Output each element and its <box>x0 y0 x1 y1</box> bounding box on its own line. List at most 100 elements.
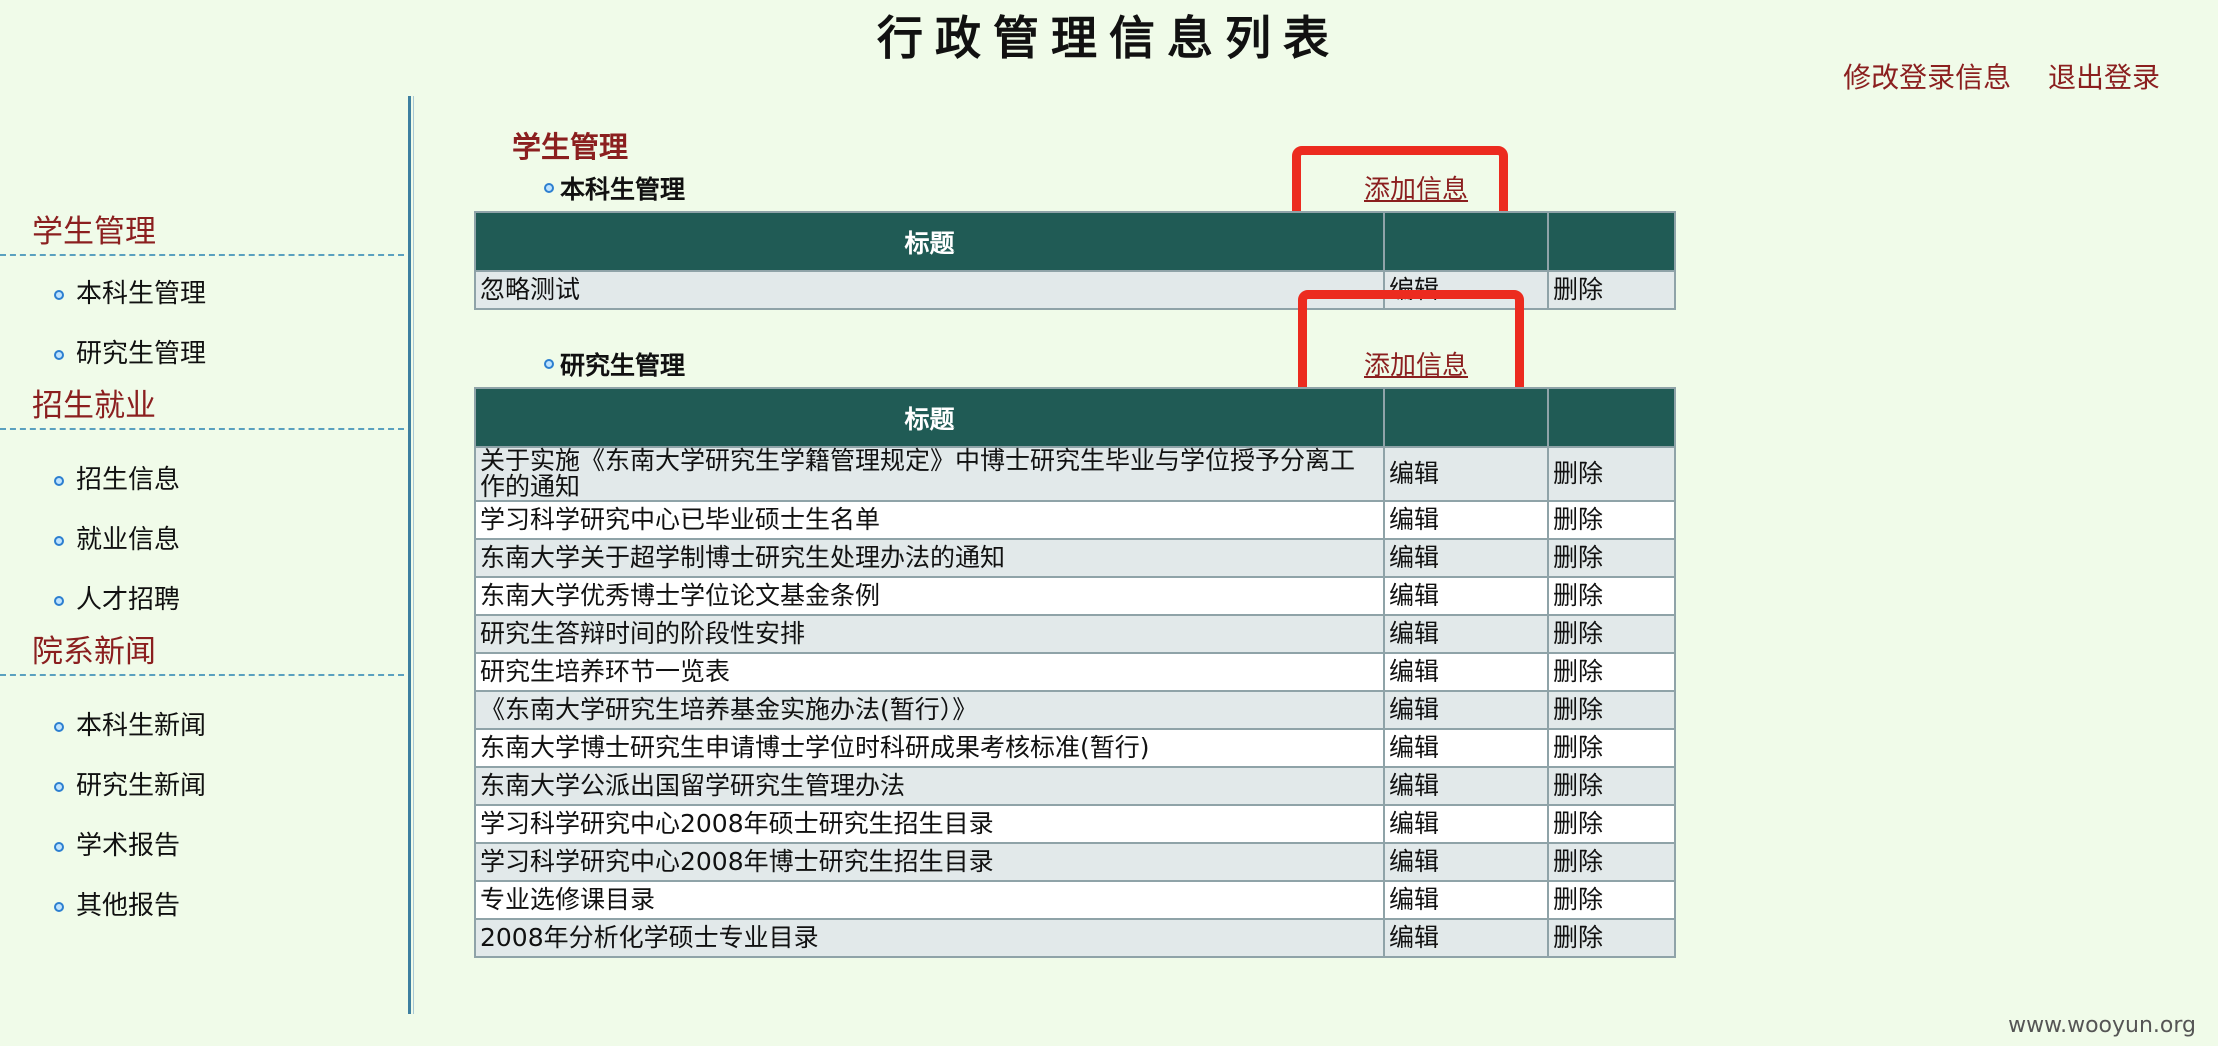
undergrad-subtitle: 本科生管理 <box>544 170 685 206</box>
row-title-cell: 东南大学公派出国留学研究生管理办法 <box>474 766 1385 806</box>
bullet-icon <box>544 183 554 193</box>
sidebar-item-label: 研究生新闻 <box>76 771 207 801</box>
header-empty-cell <box>1547 211 1676 272</box>
bullet-icon <box>544 359 554 369</box>
edit-link[interactable]: 编辑 <box>1383 766 1549 806</box>
table-row: 研究生培养环节一览表 编辑 删除 <box>474 652 1676 692</box>
delete-link[interactable]: 删除 <box>1547 652 1676 692</box>
table-row: 学习科学研究中心已毕业硕士生名单 编辑 删除 <box>474 500 1676 540</box>
bullet-icon <box>54 722 64 732</box>
table-row: 2008年分析化学硕士专业目录 编辑 删除 <box>474 918 1676 958</box>
sidebar-item-academic-report[interactable]: 学术报告 <box>0 816 404 876</box>
edit-link[interactable]: 编辑 <box>1383 918 1549 958</box>
row-title-cell: 关于实施《东南大学研究生学籍管理规定》中博士研究生毕业与学位授予分离工作的通知 <box>474 446 1385 502</box>
sidebar-item-label: 本科生新闻 <box>76 711 207 741</box>
sidebar-item-label: 学术报告 <box>76 831 181 861</box>
sidebar-item-label: 研究生管理 <box>76 339 207 369</box>
edit-link[interactable]: 编辑 <box>1383 500 1549 540</box>
sidebar-item-recruit[interactable]: 人才招聘 <box>0 570 404 630</box>
table-row: 东南大学公派出国留学研究生管理办法 编辑 删除 <box>474 766 1676 806</box>
edit-link[interactable]: 编辑 <box>1383 538 1549 578</box>
edit-link[interactable]: 编辑 <box>1383 880 1549 920</box>
graduate-subtitle-label: 研究生管理 <box>560 351 686 380</box>
row-title-cell: 《东南大学研究生培养基金实施办法(暂行）》 <box>474 690 1385 730</box>
table-row: 东南大学优秀博士学位论文基金条例 编辑 删除 <box>474 576 1676 616</box>
sidebar-item-other-report[interactable]: 其他报告 <box>0 876 404 936</box>
graduate-table: 标题 关于实施《东南大学研究生学籍管理规定》中博士研究生毕业与学位授予分离工作的… <box>474 387 1676 958</box>
row-title-cell: 学习科学研究中心2008年博士研究生招生目录 <box>474 842 1385 882</box>
edit-login-info-link[interactable]: 修改登录信息 <box>1843 61 2011 94</box>
table-row: 研究生答辩时间的阶段性安排 编辑 删除 <box>474 614 1676 654</box>
delete-link[interactable]: 删除 <box>1547 270 1676 310</box>
vertical-divider <box>408 96 411 1014</box>
watermark: www.wooyun.org <box>2008 1013 2196 1038</box>
bullet-icon <box>54 536 64 546</box>
table-header-row: 标题 <box>474 211 1676 272</box>
row-title-cell: 专业选修课目录 <box>474 880 1385 920</box>
sidebar-item-graduate[interactable]: 研究生管理 <box>0 324 404 384</box>
edit-link[interactable]: 编辑 <box>1383 446 1549 502</box>
delete-link[interactable]: 删除 <box>1547 614 1676 654</box>
row-title-cell: 东南大学关于超学制博士研究生处理办法的通知 <box>474 538 1385 578</box>
bullet-icon <box>54 476 64 486</box>
bullet-icon <box>54 782 64 792</box>
bullet-icon <box>54 902 64 912</box>
edit-link[interactable]: 编辑 <box>1383 842 1549 882</box>
sidebar-item-label: 其他报告 <box>76 891 181 921</box>
edit-link[interactable]: 编辑 <box>1383 614 1549 654</box>
edit-link[interactable]: 编辑 <box>1383 652 1549 692</box>
table-row: 学习科学研究中心2008年博士研究生招生目录 编辑 删除 <box>474 842 1676 882</box>
delete-link[interactable]: 删除 <box>1547 576 1676 616</box>
header-empty-cell <box>1383 387 1549 448</box>
row-title-cell: 忽略测试 <box>474 270 1385 310</box>
row-title-cell: 学习科学研究中心已毕业硕士生名单 <box>474 500 1385 540</box>
row-title-cell: 学习科学研究中心2008年硕士研究生招生目录 <box>474 804 1385 844</box>
logout-link[interactable]: 退出登录 <box>2048 61 2160 94</box>
delete-link[interactable]: 删除 <box>1547 766 1676 806</box>
header-empty-cell <box>1547 387 1676 448</box>
sidebar-item-label: 就业信息 <box>76 525 181 555</box>
delete-link[interactable]: 删除 <box>1547 538 1676 578</box>
sidebar-item-label: 本科生管理 <box>76 279 207 309</box>
edit-link[interactable]: 编辑 <box>1383 690 1549 730</box>
sidebar-item-label: 招生信息 <box>76 465 181 495</box>
vertical-divider-shadow <box>413 96 414 1014</box>
bullet-icon <box>54 842 64 852</box>
delete-link[interactable]: 删除 <box>1547 804 1676 844</box>
delete-link[interactable]: 删除 <box>1547 690 1676 730</box>
header-title-cell: 标题 <box>474 387 1385 448</box>
table-row: 专业选修课目录 编辑 删除 <box>474 880 1676 920</box>
edit-link[interactable]: 编辑 <box>1383 804 1549 844</box>
row-title-cell: 东南大学优秀博士学位论文基金条例 <box>474 576 1385 616</box>
sidebar-heading-enroll: 招生就业 <box>0 384 404 430</box>
table-row: 关于实施《东南大学研究生学籍管理规定》中博士研究生毕业与学位授予分离工作的通知编… <box>474 446 1676 502</box>
sidebar-item-admission[interactable]: 招生信息 <box>0 450 404 510</box>
delete-link[interactable]: 删除 <box>1547 500 1676 540</box>
sidebar-item-label: 人才招聘 <box>76 585 181 615</box>
row-title-cell: 2008年分析化学硕士专业目录 <box>474 918 1385 958</box>
table-header-row: 标题 <box>474 387 1676 448</box>
sidebar-item-undergrad[interactable]: 本科生管理 <box>0 264 404 324</box>
sidebar-heading-student: 学生管理 <box>0 210 404 256</box>
header-title-cell: 标题 <box>474 211 1385 272</box>
delete-link[interactable]: 删除 <box>1547 842 1676 882</box>
table-row: 学习科学研究中心2008年硕士研究生招生目录 编辑 删除 <box>474 804 1676 844</box>
table-row: 东南大学博士研究生申请博士学位时科研成果考核标准(暂行) 编辑 删除 <box>474 728 1676 768</box>
row-title-cell: 研究生培养环节一览表 <box>474 652 1385 692</box>
sidebar-item-graduate-news[interactable]: 研究生新闻 <box>0 756 404 816</box>
delete-link[interactable]: 删除 <box>1547 880 1676 920</box>
sidebar-item-employment[interactable]: 就业信息 <box>0 510 404 570</box>
table-row: 东南大学关于超学制博士研究生处理办法的通知 编辑 删除 <box>474 538 1676 578</box>
table-row: 《东南大学研究生培养基金实施办法(暂行）》 编辑 删除 <box>474 690 1676 730</box>
top-links: 修改登录信息 退出登录 <box>1815 56 2160 96</box>
delete-link[interactable]: 删除 <box>1547 446 1676 502</box>
header-empty-cell <box>1383 211 1549 272</box>
row-title-cell: 东南大学博士研究生申请博士学位时科研成果考核标准(暂行) <box>474 728 1385 768</box>
edit-link[interactable]: 编辑 <box>1383 576 1549 616</box>
delete-link[interactable]: 删除 <box>1547 728 1676 768</box>
row-title-cell: 研究生答辩时间的阶段性安排 <box>474 614 1385 654</box>
sidebar-item-undergrad-news[interactable]: 本科生新闻 <box>0 696 404 756</box>
section-title: 学生管理 <box>512 130 629 164</box>
delete-link[interactable]: 删除 <box>1547 918 1676 958</box>
edit-link[interactable]: 编辑 <box>1383 728 1549 768</box>
